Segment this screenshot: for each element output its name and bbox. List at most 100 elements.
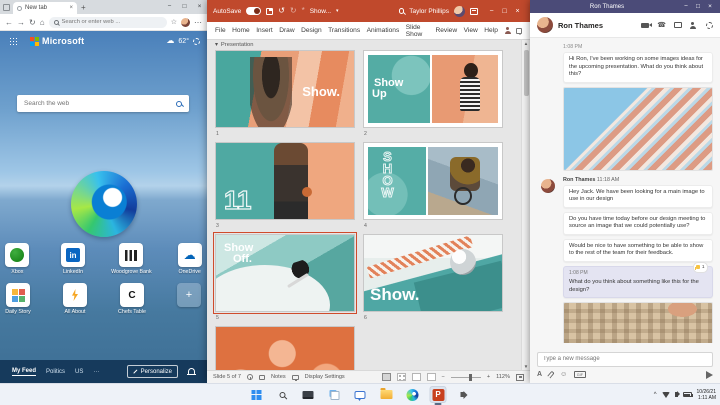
browser-tab-new-tab[interactable]: New tab × — [13, 2, 77, 14]
zoom-in-icon[interactable]: + — [487, 374, 490, 380]
save-icon[interactable] — [266, 7, 274, 15]
search-submit-icon[interactable] — [176, 100, 182, 107]
address-input[interactable] — [61, 19, 162, 25]
ppt-minimize-button[interactable]: − — [485, 8, 498, 15]
file-explorer-button[interactable] — [378, 386, 395, 403]
refresh-icon[interactable]: ↻ — [29, 18, 36, 27]
contact-avatar[interactable] — [537, 17, 553, 33]
message-input[interactable] — [537, 351, 713, 367]
battery-icon[interactable] — [682, 392, 693, 397]
shared-image-model[interactable] — [563, 302, 713, 343]
sender-avatar[interactable] — [541, 178, 555, 193]
ribbon-tab-home[interactable]: Home — [232, 27, 250, 34]
page-settings-gear-icon[interactable] — [193, 37, 200, 45]
emoji-icon[interactable]: ☺ — [560, 371, 567, 378]
shortcut-all-about[interactable]: All About — [57, 283, 93, 315]
home-icon[interactable]: ⌂ — [40, 18, 45, 27]
edge-taskbar-button[interactable] — [404, 386, 421, 403]
title-dropdown-caret-icon[interactable]: ▾ — [336, 8, 339, 14]
task-view-button[interactable] — [326, 386, 343, 403]
media-app-button[interactable] — [456, 386, 473, 403]
feed-tab-us[interactable]: US — [75, 369, 83, 375]
ribbon-tab-review[interactable]: Review — [435, 27, 457, 34]
teams-close-button[interactable]: × — [704, 3, 716, 10]
microsoft-logo[interactable]: Microsoft — [30, 36, 84, 46]
weather-widget[interactable]: ☁ 62° — [165, 37, 200, 45]
web-search-box[interactable] — [17, 95, 189, 112]
display-settings-button[interactable]: Display Settings — [305, 374, 345, 380]
zoom-out-icon[interactable]: − — [442, 374, 445, 380]
slide-thumbnail-1[interactable]: Show. — [215, 50, 355, 128]
gif-icon[interactable]: GIF — [574, 371, 586, 378]
favorites-star-icon[interactable]: ☆ — [171, 18, 177, 26]
slideshow-view-button[interactable] — [426, 373, 436, 381]
attach-icon[interactable] — [547, 370, 555, 379]
shortcut-xbox[interactable]: Xbox — [0, 243, 35, 275]
screen-share-icon[interactable] — [674, 22, 682, 28]
feed-more-icon[interactable]: ··· — [93, 369, 99, 375]
edge-close-button[interactable]: × — [192, 0, 207, 14]
scroll-down-icon[interactable]: ▼ — [524, 364, 528, 369]
add-person-icon[interactable] — [690, 21, 698, 29]
video-call-icon[interactable] — [641, 22, 653, 28]
comments-icon[interactable] — [515, 27, 523, 36]
ribbon-tab-help[interactable]: Help — [484, 27, 498, 34]
start-button[interactable] — [248, 386, 265, 403]
browser-app-icon[interactable] — [3, 4, 10, 11]
wifi-icon[interactable] — [661, 391, 670, 398]
slide-thumbnail-6[interactable]: Show. — [363, 234, 503, 312]
slide-thumbnail-7[interactable] — [215, 326, 355, 370]
normal-view-button[interactable] — [381, 373, 391, 381]
account-name[interactable]: Taylor Phillips — [409, 8, 449, 15]
undo-icon[interactable]: ↺ — [278, 7, 285, 15]
scrollbar-thumb[interactable] — [524, 50, 529, 96]
send-icon[interactable] — [706, 370, 713, 379]
ribbon-tab-view[interactable]: View — [464, 27, 478, 34]
teams-maximize-button[interactable]: □ — [692, 3, 704, 10]
slide-thumbnail-2[interactable]: Show Up — [363, 50, 503, 128]
web-search-input[interactable] — [24, 100, 176, 107]
shortcut-linkedin[interactable]: in LinkedIn — [56, 243, 91, 275]
section-collapse-caret-icon[interactable]: ▾ — [215, 42, 218, 48]
shortcut-daily-story[interactable]: Daily Story — [0, 283, 36, 315]
slide-thumbnail-5-selected[interactable]: Show Off. — [213, 232, 357, 314]
shared-image-building[interactable] — [563, 86, 713, 171]
quick-access-icon[interactable]: * — [302, 7, 305, 15]
slide-thumbnail-3[interactable]: 11 — [215, 142, 355, 220]
zoom-slider-thumb[interactable] — [469, 373, 473, 381]
feed-tab-my-feed[interactable]: My Feed — [12, 368, 37, 376]
audio-call-icon[interactable]: ☎ — [657, 22, 666, 29]
zoom-slider[interactable] — [450, 373, 481, 381]
add-shortcut-tile[interactable]: + — [171, 283, 207, 315]
new-tab-button[interactable]: + — [81, 3, 86, 12]
ribbon-tab-animations[interactable]: Animations — [367, 27, 400, 34]
redo-icon[interactable]: ↻ — [290, 7, 297, 15]
ppt-close-button[interactable]: × — [511, 8, 524, 15]
app-launcher-waffle-icon[interactable] — [9, 36, 18, 46]
personalize-button[interactable]: Personalize — [126, 365, 178, 378]
reading-view-button[interactable] — [411, 373, 421, 381]
edge-maximize-button[interactable]: □ — [177, 0, 192, 14]
accessibility-icon[interactable] — [247, 374, 253, 380]
shortcut-woodgrove-bank[interactable]: Woodgrove Bank — [111, 243, 152, 275]
browser-menu-icon[interactable]: ⋯ — [194, 18, 202, 27]
format-icon[interactable]: A — [537, 371, 542, 378]
section-header[interactable]: ▾ Presentation — [215, 42, 253, 48]
ribbon-tab-design[interactable]: Design — [301, 27, 322, 34]
shortcut-chefs-table[interactable]: C Chefs Table — [114, 283, 150, 315]
ribbon-tab-draw[interactable]: Draw — [279, 27, 294, 34]
vertical-scrollbar[interactable]: ▲ ▼ — [521, 40, 530, 370]
ribbon-tab-slide-show[interactable]: Slide Show — [406, 24, 429, 38]
slide-sorter-view-button[interactable] — [396, 373, 406, 381]
autosave-toggle[interactable] — [246, 7, 262, 15]
chat-options-icon[interactable] — [706, 21, 713, 29]
ribbon-tab-file[interactable]: File — [215, 27, 226, 34]
forward-icon[interactable]: → — [17, 18, 25, 27]
edge-minimize-button[interactable]: − — [162, 0, 177, 14]
taskbar-app-dark[interactable] — [300, 386, 317, 403]
ribbon-display-options-icon[interactable] — [470, 7, 478, 15]
reaction-badge[interactable]: 1 — [692, 261, 708, 273]
scroll-up-icon[interactable]: ▲ — [524, 41, 528, 46]
feed-tab-politics[interactable]: Politics — [46, 369, 65, 375]
document-title[interactable]: Show... — [310, 8, 331, 15]
